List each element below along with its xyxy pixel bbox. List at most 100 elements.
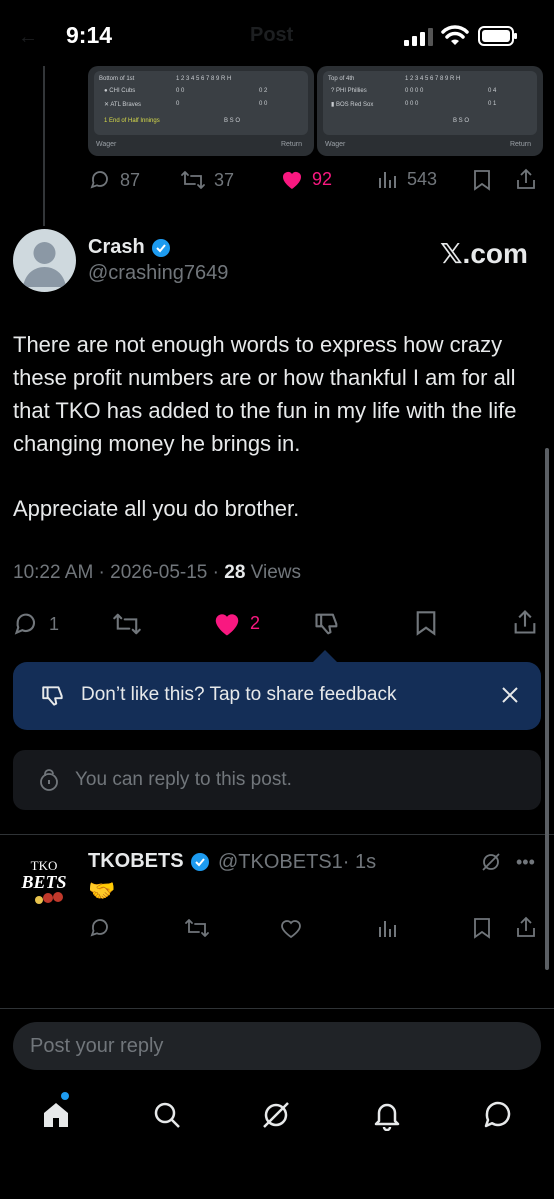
grok-icon[interactable] [260,1099,292,1131]
parent-bookmark-icon[interactable] [472,169,492,191]
dislike-button[interactable] [313,610,341,638]
verified-badge-icon [151,238,171,258]
team-row: ● CHI Cubs [104,88,136,94]
logo-text-top: TKO [31,858,58,873]
views-icon [377,168,399,190]
scorecard-image-1[interactable]: Bottom of 1st 1 2 3 4 5 6 7 8 9 R H ● CH… [88,66,314,156]
feedback-banner[interactable]: Don’t like this? Tap to share feedback [13,662,541,730]
reply-time: · 1s [342,851,377,873]
post-text: There are not enough words to express ho… [13,332,517,456]
wifi-icon [441,25,469,47]
reply-views-button[interactable] [377,917,399,939]
reply-button[interactable]: 1 [13,610,59,638]
dislike-icon [39,683,67,709]
parent-share-icon[interactable] [515,167,537,191]
post-text-2: Appreciate all you do brother. [13,496,300,521]
team-row: ? PHI Phillies [331,88,367,94]
wager-label: Wager [325,141,346,148]
inning-label: Top of 4th [328,76,355,82]
logo-text-bottom: BETS [20,872,66,892]
team-scores: 0 0 0 0 [405,88,424,94]
views-count: 28 [224,562,246,583]
reply-author-handle[interactable]: @TKOBETS1· 1s [218,851,376,874]
lock-icon [37,768,61,792]
home-icon[interactable] [40,1099,72,1131]
grok-icon[interactable] [480,851,502,873]
reply-input[interactable]: Post your reply [13,1022,541,1070]
reply-text: 🤝 [88,878,116,903]
back-arrow-icon[interactable]: ← [18,26,38,49]
reply-placeholder: Post your reply [30,1035,164,1057]
heart-filled-icon [280,168,304,190]
parent-reply-button[interactable]: 87 [88,168,140,192]
reply-icon [88,168,112,192]
count-label: B S O [224,118,241,124]
notification-dot [61,1092,69,1100]
reply-reply-button[interactable] [88,916,112,940]
views-count: 543 [407,168,438,189]
repost-icon [180,168,206,192]
reply-restriction-notice: You can reply to this post. [13,750,541,810]
repost-button[interactable] [112,610,142,638]
bell-icon[interactable] [371,1099,403,1131]
like-count: 2 [250,612,261,633]
bookmark-button[interactable] [414,610,438,636]
verified-badge-icon [190,852,210,872]
like-count: 92 [312,168,333,189]
team-rh: 0 4 [488,88,497,94]
divider [0,1008,554,1009]
reply-author-name[interactable]: TKOBETS [88,850,210,873]
views-label: Views [245,562,302,583]
signal-icon [404,28,434,46]
reply-like-button[interactable] [279,917,303,939]
author-handle[interactable]: @crashing7649 [88,262,228,285]
return-label: Return [509,141,531,148]
team-row: ✕ ATL Braves [104,102,142,108]
team-row: ▮ BOS Red Sox [331,102,374,108]
reply-bookmark-button[interactable] [472,917,492,939]
innings-header: 1 2 3 4 5 6 7 8 9 R H [176,76,232,82]
like-button[interactable]: 2 [212,609,260,637]
header-title: Post [250,24,294,46]
inning-label: Bottom of 1st [99,76,135,82]
parent-repost-button[interactable]: 37 [180,168,234,192]
more-icon[interactable]: ••• [516,852,535,873]
team-scores: 0 0 0 [405,101,419,107]
parent-views-button[interactable]: 543 [377,168,437,190]
team-rh: 0 1 [488,101,497,107]
reply-icon [13,610,41,638]
post-meta: 10:22 AM · 2026-05-15 · 28 Views [13,562,301,584]
innings-header: 1 2 3 4 5 6 7 8 9 R H [405,76,461,82]
team-scores: 0 0 [176,88,185,94]
status-time: 9:14 [66,22,113,48]
thread-line [43,66,45,226]
heart-filled-icon [212,609,242,637]
messages-icon[interactable] [482,1099,514,1131]
battery-icon [478,26,518,46]
wager-label: Wager [96,141,117,148]
feedback-text[interactable]: Don’t like this? Tap to share feedback [81,684,396,706]
share-button[interactable] [512,608,538,636]
search-icon[interactable] [151,1099,183,1131]
reply-restriction-text: You can reply to this post. [75,769,292,790]
reply-share-button[interactable] [515,915,537,939]
count-label: B S O [453,118,470,124]
scrollbar[interactable] [545,448,549,970]
return-label: Return [280,141,302,148]
avatar[interactable] [13,229,76,292]
team-rh: 0 2 [259,88,268,94]
author-name[interactable]: Crash [88,236,171,259]
repost-count: 37 [214,169,235,190]
scorecard-image-2[interactable]: Top of 4th 1 2 3 4 5 6 7 8 9 R H ? PHI P… [317,66,543,156]
close-icon[interactable] [501,686,519,704]
reply-count: 1 [49,613,60,634]
reply-count: 87 [120,169,141,190]
team-rh: 0 0 [259,101,268,107]
game-status: 1 End of Half Innings [104,118,160,124]
team-scores: 0 [176,101,180,107]
tko-avatar[interactable]: TKO BETS [14,850,74,910]
parent-like-button[interactable]: 92 [280,168,332,190]
x-logo: 𝕏.com [440,238,528,269]
divider [0,834,554,835]
reply-repost-button[interactable] [184,916,210,940]
